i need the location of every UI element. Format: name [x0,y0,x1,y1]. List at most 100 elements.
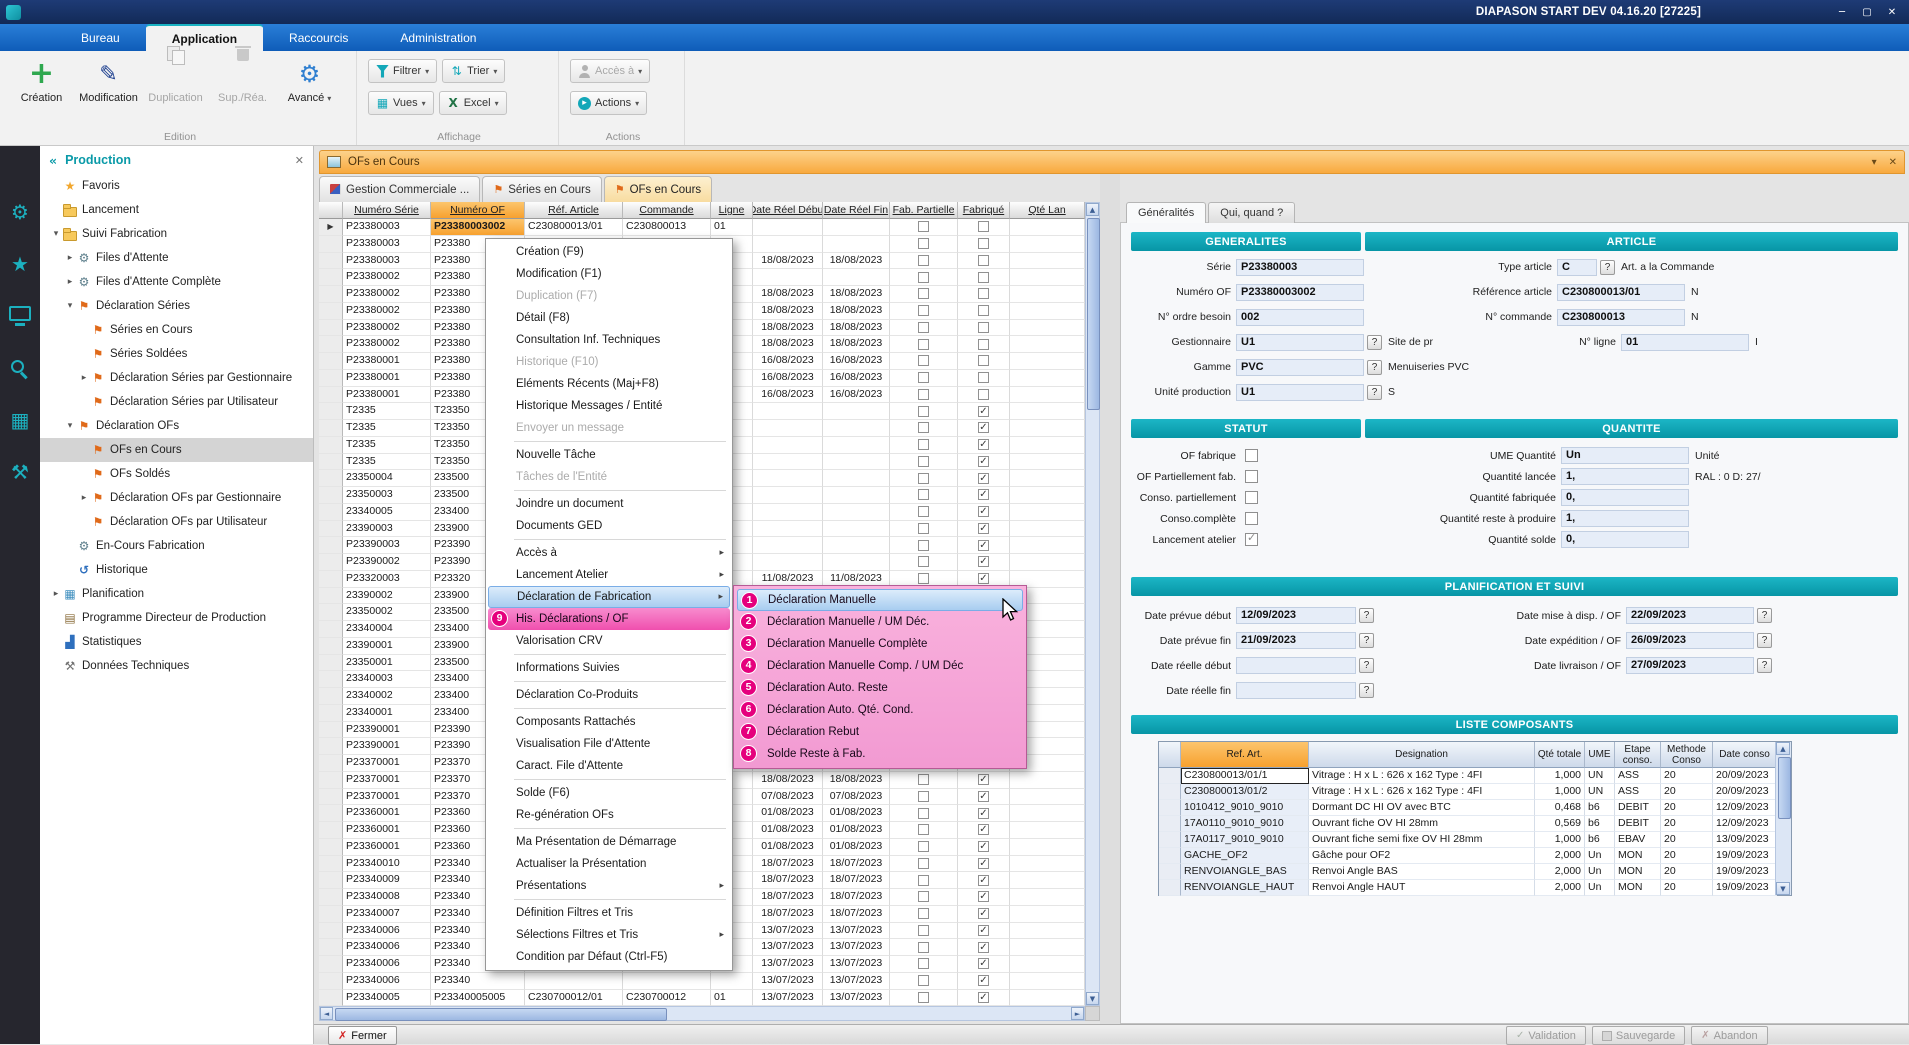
context-menu-item[interactable]: Joindre un document [488,493,730,515]
commande-field[interactable]: C230800013 [1557,309,1685,326]
context-menu-item[interactable]: Déclaration de Fabrication ▸ [488,586,730,608]
fabrique-checkbox[interactable] [978,238,989,249]
date-field[interactable]: 12/09/2023 [1236,607,1356,624]
composants-column-header[interactable]: Methode Conso [1661,742,1713,768]
context-menu-item[interactable]: Actualiser la Présentation [488,853,730,875]
context-menu-item[interactable]: Re-génération OFs [488,804,730,826]
composants-column-header[interactable]: Designation [1309,742,1535,768]
fab-partielle-checkbox[interactable] [918,255,929,266]
sort-button[interactable]: Trier▾ [442,59,505,83]
menubar-tab[interactable]: Bureau [55,24,146,51]
grid-column-header[interactable]: Réf. Article [525,202,623,219]
sidebar-item[interactable]: En-Cours Fabrication [40,534,313,558]
favorites-icon[interactable] [0,238,40,290]
fab-partielle-checkbox[interactable] [918,975,929,986]
fab-partielle-checkbox[interactable] [918,958,929,969]
fabrique-checkbox[interactable] [978,339,989,350]
document-tab[interactable]: OFs en Cours [604,176,712,202]
sidebar-item[interactable]: Séries en Cours [40,318,313,342]
vertical-scrollbar[interactable]: ▲ ▼ [1085,202,1100,1006]
composant-row[interactable]: C230800013/01/2 Vitrage : H x L : 626 x … [1159,784,1791,800]
tree-expander-icon[interactable] [78,373,90,383]
close-panel-icon[interactable]: ✕ [295,154,304,167]
fabrique-checkbox[interactable] [978,891,989,902]
tree-expander-icon[interactable] [78,493,90,503]
sidebar-item[interactable]: Lancement [40,198,313,222]
gamme-field[interactable]: PVC [1236,359,1364,376]
grid-column-header[interactable]: Fab. Partielle [890,202,958,219]
fabrique-checkbox[interactable] [978,305,989,316]
fab-partielle-checkbox[interactable] [918,305,929,316]
submenu-item[interactable]: 6 Déclaration Auto. Qté. Cond. [737,699,1023,721]
fab-partielle-checkbox[interactable] [918,489,929,500]
fab-partielle-checkbox[interactable] [918,942,929,953]
statut-checkbox[interactable] [1245,491,1258,504]
minimize-button[interactable]: ─ [1831,4,1853,20]
fermer-button[interactable]: ✗ Fermer [328,1026,397,1045]
detail-tab[interactable]: Qui, quand ? [1208,202,1295,223]
ribbon-button[interactable]: Avancé▾ [276,55,343,125]
scroll-left-icon[interactable]: ◄ [320,1007,333,1020]
date-field[interactable] [1236,657,1356,674]
context-menu-item[interactable]: Nouvelle Tâche [488,444,730,466]
sidebar-item[interactable]: Déclaration Séries [40,294,313,318]
submenu-item[interactable]: 2 Déclaration Manuelle / UM Déc. [737,611,1023,633]
statut-checkbox[interactable] [1245,449,1258,462]
composant-row[interactable]: GACHE_OF2 Gâche pour OF2 2,000 Un MON 20… [1159,848,1791,864]
fab-partielle-checkbox[interactable] [918,422,929,433]
fab-partielle-checkbox[interactable] [918,841,929,852]
context-menu-item[interactable]: Historique (F10) [488,351,730,373]
close-button[interactable]: ✕ [1881,4,1903,20]
quantite-field[interactable]: 0, [1561,489,1689,506]
tree-expander-icon[interactable] [64,253,76,263]
context-menu-item[interactable]: Valorisation CRV [488,630,730,652]
fabrique-checkbox[interactable] [978,791,989,802]
fab-partielle-checkbox[interactable] [918,506,929,517]
lookup-button[interactable]: ? [1367,385,1382,400]
fab-partielle-checkbox[interactable] [918,540,929,551]
fab-partielle-checkbox[interactable] [918,272,929,283]
fabrique-checkbox[interactable] [978,942,989,953]
composants-column-header[interactable]: Qté totale [1535,742,1585,768]
context-menu-item[interactable]: Lancement Atelier ▸ [488,564,730,586]
grid-column-header[interactable]: Numéro Série [343,202,431,219]
scrollbar-thumb[interactable] [1087,218,1100,410]
grid-column-header[interactable]: Fabriqué [958,202,1010,219]
fabrique-checkbox[interactable] [978,556,989,567]
context-menu-item[interactable]: Solde (F6) [488,782,730,804]
fabrique-checkbox[interactable] [978,992,989,1003]
validation-button[interactable]: ✓Validation [1506,1026,1586,1045]
grid-column-header[interactable]: Numéro OF [431,202,525,219]
context-menu-item[interactable]: Consultation Inf. Techniques [488,329,730,351]
grid-column-header[interactable]: Commande [623,202,711,219]
fabrique-checkbox[interactable] [978,406,989,417]
context-menu-item[interactable]: Condition par Défaut (Ctrl-F5) [488,946,730,968]
composant-row[interactable]: C230800013/01/1 Vitrage : H x L : 626 x … [1159,768,1791,784]
context-menu-item[interactable]: Informations Suivies [488,657,730,679]
fabrique-checkbox[interactable] [978,573,989,584]
fab-partielle-checkbox[interactable] [918,456,929,467]
sidebar-item[interactable]: Déclaration Séries par Gestionnaire [40,366,313,390]
lookup-button[interactable]: ? [1367,360,1382,375]
grid-column-header[interactable]: Date Réel Début [753,202,823,219]
scrollbar-thumb[interactable] [1778,757,1791,819]
banner-menu-icon[interactable]: ▾ [1872,157,1877,168]
fab-partielle-checkbox[interactable] [918,221,929,232]
sidebar-item[interactable]: OFs en Cours [40,438,313,462]
sidebar-item[interactable]: Données Techniques [40,654,313,678]
fabrique-checkbox[interactable] [978,322,989,333]
context-menu-item[interactable]: Eléments Récents (Maj+F8) [488,373,730,395]
fab-partielle-checkbox[interactable] [918,858,929,869]
sidebar-item[interactable]: Statistiques [40,630,313,654]
fabrique-checkbox[interactable] [978,925,989,936]
context-menu-item[interactable]: Sélections Filtres et Tris ▸ [488,924,730,946]
fab-partielle-checkbox[interactable] [918,238,929,249]
gestionnaire-field[interactable]: U1 [1236,334,1364,351]
context-menu-item[interactable]: Tâches de l'Entité [488,466,730,488]
tree-expander-icon[interactable] [64,277,76,287]
tools-icon[interactable] [0,446,40,498]
scroll-down-icon[interactable]: ▼ [1086,992,1099,1005]
fabrique-checkbox[interactable] [978,875,989,886]
detail-tab[interactable]: Généralités [1126,202,1206,223]
context-menu-item[interactable]: Détail (F8) [488,307,730,329]
